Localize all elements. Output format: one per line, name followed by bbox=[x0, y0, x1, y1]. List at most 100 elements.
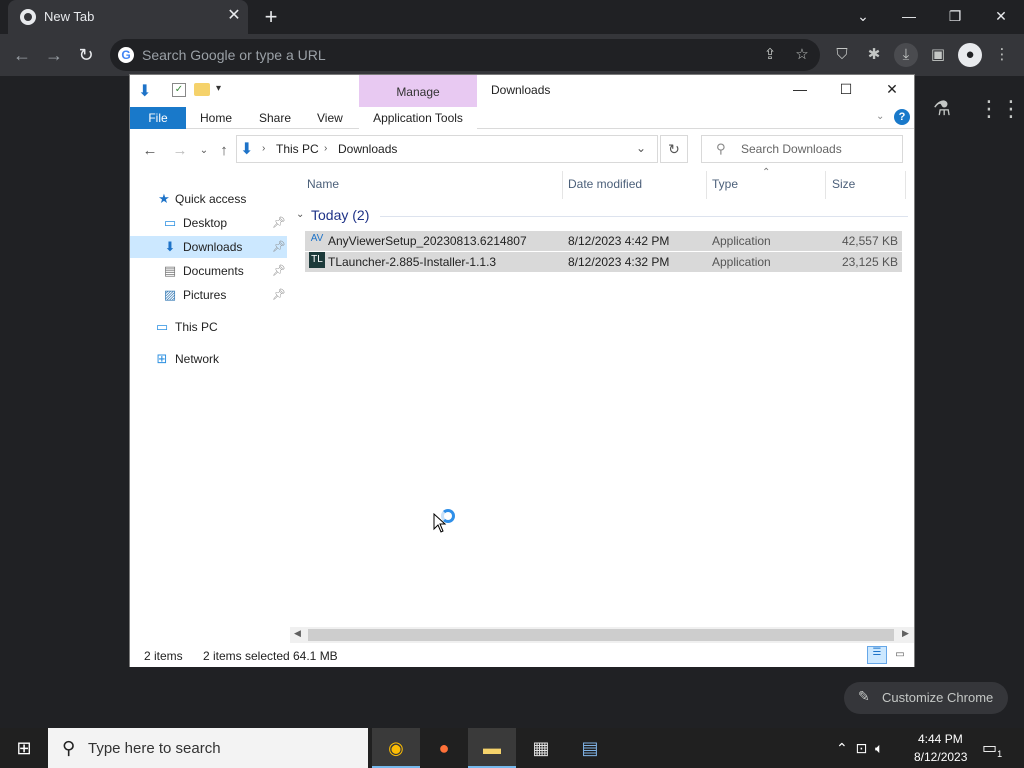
details-view-icon[interactable]: ☰ bbox=[867, 646, 887, 664]
refresh-button[interactable]: ↻ bbox=[660, 135, 688, 163]
profile-avatar-icon[interactable]: ● bbox=[958, 43, 982, 67]
breadcrumb-separator[interactable]: › bbox=[262, 143, 265, 154]
nav-label: Downloads bbox=[183, 240, 243, 254]
tab-view[interactable]: View bbox=[317, 107, 343, 129]
ribbon-expand-icon[interactable]: ⌄ bbox=[876, 111, 884, 122]
status-selected-count: 2 items selected bbox=[203, 649, 290, 663]
column-divider[interactable] bbox=[905, 171, 906, 199]
tab-application-tools[interactable]: Application Tools bbox=[359, 107, 477, 129]
up-icon[interactable]: ↑ bbox=[214, 141, 234, 161]
group-header-today[interactable]: Today (2) bbox=[311, 207, 369, 223]
search-icon: ⚲ bbox=[716, 141, 726, 156]
nav-documents[interactable]: ▤ Documents 📌︎ bbox=[130, 260, 287, 282]
taskbar-firefox-icon[interactable]: ● bbox=[420, 728, 468, 768]
taskbar-search-placeholder[interactable]: Type here to search bbox=[88, 740, 221, 757]
explorer-maximize-icon[interactable]: ☐ bbox=[823, 75, 869, 103]
group-collapse-icon[interactable]: ⌄ bbox=[296, 209, 304, 220]
back-icon[interactable]: ← bbox=[8, 41, 36, 69]
explorer-minimize-icon[interactable]: — bbox=[777, 75, 823, 103]
scroll-left-icon[interactable]: ◀ bbox=[294, 628, 301, 639]
manage-contextual-tab[interactable]: Manage bbox=[359, 75, 477, 109]
taskbar-app-icon[interactable]: ▤ bbox=[566, 728, 614, 768]
chrome-menu-icon[interactable]: ⋮ bbox=[990, 43, 1014, 67]
reload-icon[interactable]: ↻ bbox=[72, 41, 100, 69]
help-icon[interactable]: ? bbox=[894, 109, 910, 125]
new-tab-button[interactable]: + bbox=[258, 4, 284, 30]
large-icons-view-icon[interactable]: ▭ bbox=[890, 646, 910, 664]
column-type[interactable]: Type bbox=[712, 177, 738, 191]
pin-icon[interactable]: 📌︎ bbox=[272, 284, 286, 306]
explorer-back-icon[interactable]: ← bbox=[140, 141, 160, 161]
restore-icon[interactable]: ❐ bbox=[932, 0, 978, 34]
tab-close-icon[interactable]: ✕ bbox=[224, 6, 244, 26]
file-row[interactable]: AV AnyViewerSetup_20230813.6214807 8/12/… bbox=[305, 231, 902, 251]
file-row[interactable]: TL TLauncher-2.885-Installer-1.1.3 8/12/… bbox=[305, 252, 902, 272]
nav-quick-access[interactable]: ★ Quick access bbox=[130, 188, 287, 210]
nav-desktop[interactable]: ▭ Desktop 📌︎ bbox=[130, 212, 287, 234]
nav-downloads[interactable]: ⬇ Downloads 📌︎ bbox=[130, 236, 287, 258]
file-size: 42,557 KB bbox=[841, 234, 898, 248]
forward-icon[interactable]: → bbox=[40, 41, 68, 69]
labs-flask-icon[interactable]: ⚗ bbox=[930, 96, 954, 122]
network-icon: ⊞ bbox=[156, 351, 168, 366]
chrome-tab[interactable]: New Tab ✕ bbox=[8, 0, 248, 34]
breadcrumb-this-pc[interactable]: This PC bbox=[276, 142, 319, 156]
properties-icon[interactable]: ✓ bbox=[172, 83, 186, 97]
ribbon-tabs bbox=[130, 107, 914, 129]
file-date: 8/12/2023 4:42 PM bbox=[568, 234, 670, 248]
pin-icon[interactable]: 📌︎ bbox=[272, 236, 286, 258]
explorer-close-icon[interactable]: ✕ bbox=[869, 75, 915, 103]
nav-this-pc[interactable]: ▭ This PC bbox=[130, 316, 287, 338]
column-divider[interactable] bbox=[562, 171, 563, 199]
explorer-forward-icon[interactable]: → bbox=[170, 141, 190, 161]
file-name: TLauncher-2.885-Installer-1.1.3 bbox=[328, 255, 497, 269]
search-placeholder[interactable]: Search Downloads bbox=[741, 142, 842, 156]
column-divider[interactable] bbox=[706, 171, 707, 199]
file-name: AnyViewerSetup_20230813.6214807 bbox=[328, 234, 527, 248]
address-dropdown-icon[interactable]: ⌄ bbox=[636, 141, 646, 155]
system-tray[interactable]: ⌃ ⊡ 🔈︎ bbox=[836, 740, 883, 757]
bookmark-star-icon[interactable]: ☆ bbox=[790, 43, 814, 67]
documents-icon: ▤ bbox=[163, 263, 177, 278]
windows-start-icon[interactable]: ⊞ bbox=[0, 728, 48, 768]
taskbar-file-explorer-icon[interactable]: ▬ bbox=[468, 728, 516, 768]
pin-icon[interactable]: 📌︎ bbox=[272, 260, 286, 282]
qat-dropdown-icon[interactable]: ▾ bbox=[216, 83, 221, 94]
taskbar-chrome-icon[interactable]: ◉ bbox=[372, 728, 420, 768]
extensions-icon[interactable]: ✱ bbox=[862, 43, 886, 67]
nav-network[interactable]: ⊞ Network bbox=[130, 348, 287, 370]
file-type: Application bbox=[712, 234, 771, 248]
file-explorer-window: ⬇ ✓ ▾ Manage Downloads — ☐ ✕ File Home S… bbox=[129, 74, 915, 667]
clock-time[interactable]: 4:44 PM bbox=[918, 732, 963, 746]
google-apps-icon[interactable]: ⋮⋮ bbox=[978, 96, 1022, 122]
download-icon[interactable]: ⤓ bbox=[894, 43, 918, 67]
application-icon: AV bbox=[310, 233, 324, 244]
taskbar-store-icon[interactable]: ▦ bbox=[517, 728, 565, 768]
tab-search-icon[interactable]: ⌄ bbox=[840, 0, 886, 34]
omnibox-placeholder[interactable]: Search Google or type a URL bbox=[142, 47, 326, 63]
notification-icon[interactable]: ▭1 bbox=[982, 738, 1002, 759]
tab-file[interactable]: File bbox=[130, 107, 186, 129]
nav-pictures[interactable]: ▨ Pictures 📌︎ bbox=[130, 284, 287, 306]
column-date-modified[interactable]: Date modified bbox=[568, 177, 642, 191]
side-panel-icon[interactable]: ▣ bbox=[926, 43, 950, 67]
column-divider[interactable] bbox=[825, 171, 826, 199]
scrollbar-thumb[interactable] bbox=[308, 629, 894, 641]
scroll-right-icon[interactable]: ▶ bbox=[902, 628, 909, 639]
tab-share[interactable]: Share bbox=[259, 107, 291, 129]
column-size[interactable]: Size bbox=[832, 177, 855, 191]
recent-locations-icon[interactable]: ⌄ bbox=[194, 141, 214, 161]
breadcrumb-downloads[interactable]: Downloads bbox=[338, 142, 397, 156]
column-name[interactable]: Name bbox=[307, 177, 339, 191]
pin-icon[interactable]: 📌︎ bbox=[272, 212, 286, 234]
minimize-icon[interactable]: — bbox=[886, 0, 932, 34]
clock-date[interactable]: 8/12/2023 bbox=[914, 750, 967, 764]
close-window-icon[interactable]: ✕ bbox=[978, 0, 1024, 34]
ublock-icon[interactable]: ⛉ bbox=[830, 43, 854, 67]
tab-home[interactable]: Home bbox=[200, 107, 232, 129]
new-folder-icon[interactable] bbox=[194, 83, 210, 96]
share-icon[interactable]: ⇪ bbox=[758, 43, 782, 67]
breadcrumb-separator[interactable]: › bbox=[324, 143, 327, 154]
pencil-icon: ✎ bbox=[858, 688, 870, 704]
google-icon: G bbox=[118, 47, 134, 63]
